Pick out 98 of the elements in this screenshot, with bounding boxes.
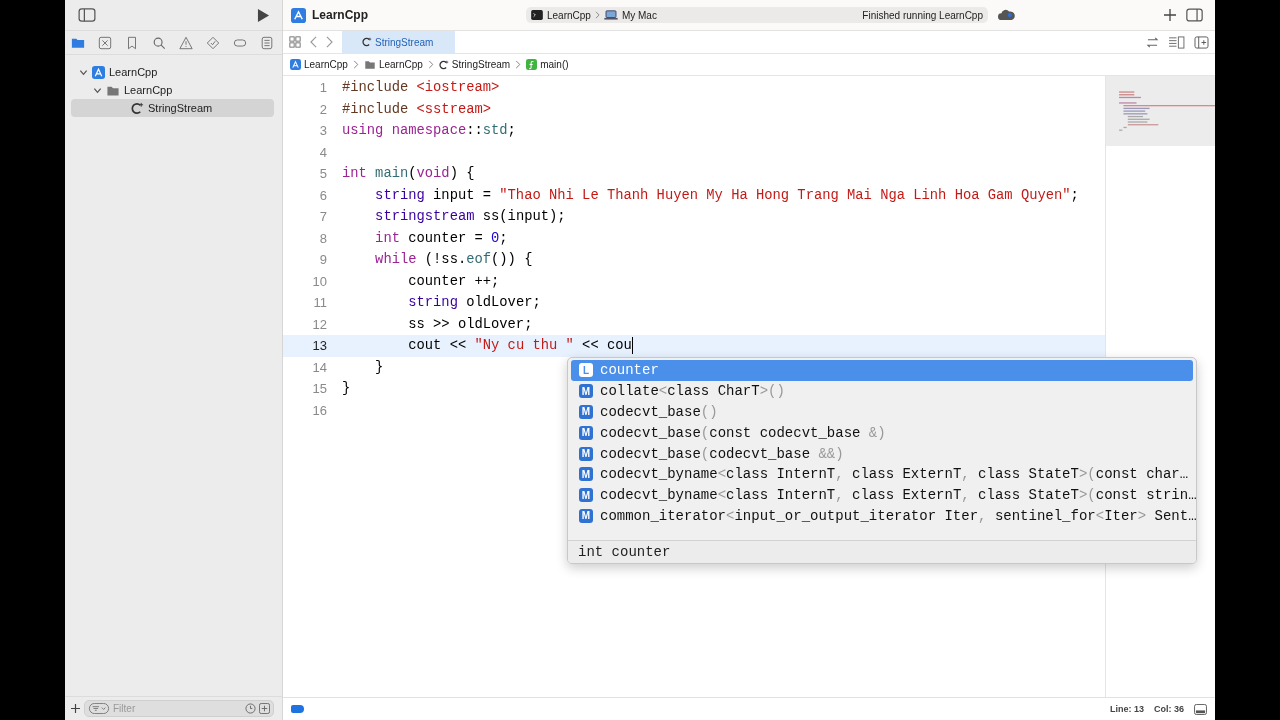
add-icon[interactable] <box>1164 9 1176 21</box>
terminal-icon <box>531 10 543 20</box>
completion-item[interactable]: M codecvt_byname<class InternT, class ExternT, class StateT>(const char… <box>571 464 1193 485</box>
filter-field[interactable]: Filter <box>84 700 274 717</box>
add-icon[interactable] <box>71 704 80 713</box>
folder-icon <box>363 59 376 70</box>
chevron-right-icon <box>352 60 359 69</box>
local-variable-icon: L <box>579 363 593 378</box>
forward-icon[interactable] <box>326 36 333 48</box>
line-number: 16 <box>311 402 328 418</box>
line-number: 9 <box>318 252 328 268</box>
line-number: 11 <box>312 295 328 311</box>
column-number: Col: 36 <box>1154 704 1184 714</box>
swap-icon[interactable] <box>1146 36 1159 48</box>
scheme-selector[interactable]: LearnCpp <box>547 9 591 21</box>
line-number: 13 <box>311 338 328 354</box>
tree-item[interactable]: LearnCpp <box>71 63 274 81</box>
cpp-file-icon <box>131 101 144 115</box>
chevron-right-icon <box>427 60 434 69</box>
completion-item[interactable]: M codecvt_base() <box>571 401 1193 423</box>
code-line: #include <sstream> <box>342 101 492 117</box>
completion-item[interactable]: M codecvt_base(const codecvt_base &) <box>571 422 1193 444</box>
method-icon: M <box>579 467 593 482</box>
laptop-icon <box>603 10 618 20</box>
breakpoint-icon[interactable] <box>291 705 304 713</box>
code-line: counter ++; <box>407 273 500 289</box>
scm-filter-icon[interactable] <box>259 703 270 714</box>
completion-item[interactable]: M codecvt_base(codecvt_base &&) <box>571 443 1193 464</box>
bookmark-icon[interactable] <box>125 35 139 50</box>
tree-item[interactable]: StringStream <box>71 99 274 117</box>
line-number: 1 <box>318 80 328 96</box>
completion-item[interactable]: M collate<class CharT>() <box>571 380 1193 402</box>
line-number: 15 <box>311 381 328 397</box>
line-number: 4 <box>318 144 328 160</box>
add-editor-icon[interactable] <box>1194 35 1209 49</box>
sidebar-toggle-icon[interactable] <box>78 8 96 22</box>
method-icon: M <box>579 425 593 440</box>
method-icon: M <box>579 405 593 419</box>
code-line: } <box>374 359 384 375</box>
function-icon <box>526 59 538 70</box>
code-line: int counter = 0; <box>374 230 508 246</box>
breadcrumb-item[interactable]: LearnCpp <box>363 59 423 70</box>
line-number: Line: 13 <box>1109 704 1144 714</box>
code-line: string oldLover; <box>407 295 541 311</box>
line-number: 12 <box>311 316 328 332</box>
breadcrumb-item[interactable]: LearnCpp <box>290 59 348 70</box>
breadcrumb-item[interactable]: main() <box>526 59 569 70</box>
text-cursor <box>631 337 634 355</box>
code-line: while (!ss.eof()) { <box>374 252 533 268</box>
method-icon: M <box>579 384 593 399</box>
cpp-file-icon <box>438 59 449 70</box>
run-icon[interactable] <box>257 7 270 23</box>
chevron-right-icon <box>515 60 522 69</box>
code-line: using namespace::std; <box>342 123 516 139</box>
method-icon: M <box>579 446 593 461</box>
back-icon[interactable] <box>310 36 317 48</box>
destination-selector[interactable]: My Mac <box>621 9 657 21</box>
warning-icon[interactable] <box>179 35 193 50</box>
x-box-icon[interactable] <box>98 35 112 50</box>
method-icon: M <box>579 488 593 503</box>
breadcrumb-item[interactable]: StringStream <box>438 59 511 70</box>
line-number: 2 <box>318 101 328 117</box>
line-number: 7 <box>318 209 328 225</box>
line-number: 3 <box>318 123 328 139</box>
search-icon[interactable] <box>152 35 166 50</box>
status-text: Finished running LearnCpp <box>862 9 983 21</box>
cpp-file-icon <box>362 37 372 47</box>
method-icon: M <box>579 508 593 523</box>
code-line: cout << "Ny cu thu " << cou <box>407 338 632 354</box>
line-number: 14 <box>311 359 328 375</box>
line-number: 10 <box>311 273 328 289</box>
recent-icon[interactable] <box>245 703 256 714</box>
tree-item[interactable]: LearnCpp <box>71 81 274 99</box>
code-line: ss >> oldLover; <box>407 316 533 332</box>
cloud-icon[interactable] <box>998 9 1015 21</box>
code-line: int main(void) { <box>342 166 475 182</box>
chevron-right-icon <box>594 11 600 19</box>
line-number: 5 <box>318 166 328 182</box>
editor-options-icon[interactable] <box>1168 35 1185 49</box>
line-number: 8 <box>318 230 328 246</box>
app-icon <box>290 59 301 70</box>
inspector-toggle-icon[interactable] <box>1186 8 1203 22</box>
debug-area-icon[interactable] <box>1194 703 1207 715</box>
report-icon[interactable] <box>260 35 274 50</box>
grid-icon[interactable] <box>289 36 301 48</box>
app-icon <box>92 65 105 79</box>
project-title: LearnCpp <box>312 8 368 22</box>
filter-input[interactable]: Filter <box>113 703 242 714</box>
app-icon <box>291 7 306 23</box>
code-line: string input = "Thao Nhi Le Thanh Huyen My Ha Hong Trang Mai Nga Linh Hoa Gam Quyen"; <box>374 187 1079 203</box>
code-line: #include <iostream> <box>342 80 500 96</box>
completion-detail: int counter <box>568 540 1196 563</box>
filter-menu-icon[interactable] <box>88 703 110 714</box>
code-line: } <box>342 381 351 397</box>
diamond-icon[interactable] <box>206 35 220 50</box>
editor-tab[interactable]: StringStream <box>342 31 456 53</box>
line-number: 6 <box>318 187 328 203</box>
code-line: stringstream ss(input); <box>374 209 566 225</box>
